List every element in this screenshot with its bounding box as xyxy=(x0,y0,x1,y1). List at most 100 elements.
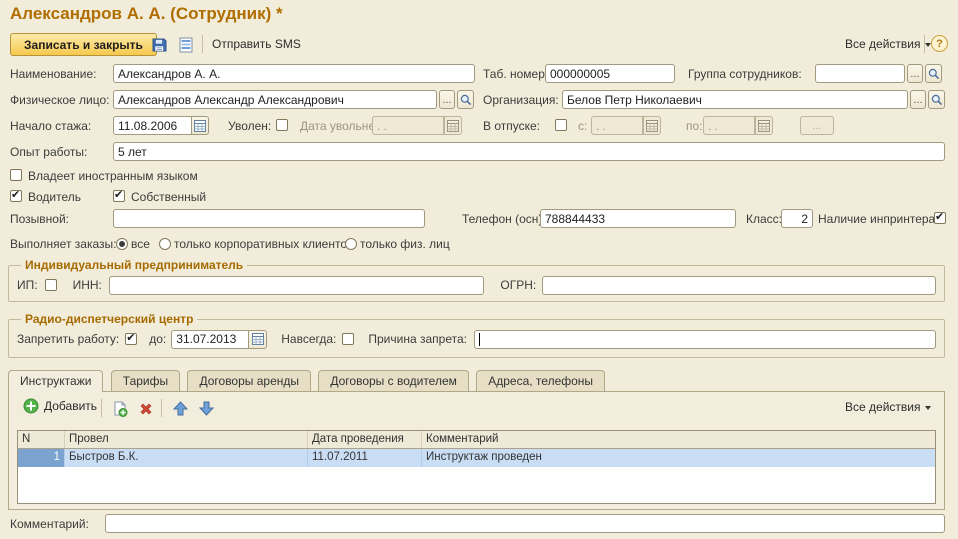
calendar-icon xyxy=(447,120,459,132)
journal-button[interactable] xyxy=(175,34,197,55)
text-cursor xyxy=(479,333,480,346)
organization-input[interactable] xyxy=(562,90,908,109)
toolbar-separator xyxy=(202,35,203,53)
move-down-button[interactable] xyxy=(195,398,217,419)
ban-reason-label: Причина запрета: xyxy=(368,332,467,346)
employee-group-lookup-button[interactable] xyxy=(925,64,942,83)
column-header-n[interactable]: N xyxy=(18,431,65,448)
vacation-from-label: с: xyxy=(578,119,587,133)
experience-label: Опыт работы: xyxy=(10,145,87,159)
table-row[interactable]: 1 Быстров Б.К. 11.07.2011 Инструктаж про… xyxy=(18,449,935,467)
row-orders: Выполняет заказы: все только корпоративн… xyxy=(0,234,958,254)
phone-input[interactable] xyxy=(540,209,736,228)
experience-input[interactable] xyxy=(113,142,945,161)
grid-toolbar-separator xyxy=(101,399,102,417)
row-person: Физическое лицо: ... Организация: ... xyxy=(0,90,958,110)
orders-option-corporate-label: только корпоративных клиентов xyxy=(174,237,353,251)
employee-group-ellipsis-button[interactable]: ... xyxy=(907,64,923,83)
copy-row-button[interactable] xyxy=(109,398,131,419)
cell-date[interactable]: 11.07.2011 xyxy=(308,449,422,467)
callsign-input[interactable] xyxy=(113,209,425,228)
orders-option-individuals-label: только физ. лиц xyxy=(360,237,450,251)
orders-radio-corporate[interactable] xyxy=(159,238,171,250)
employee-group-input[interactable] xyxy=(815,64,905,83)
cell-conductor[interactable]: Быстров Б.К. xyxy=(65,449,308,467)
own-car-checkbox[interactable] xyxy=(113,190,125,202)
row-experience: Опыт работы: xyxy=(0,142,958,162)
organization-ellipsis-button[interactable]: ... xyxy=(910,90,926,109)
inn-input[interactable] xyxy=(109,276,485,295)
fired-checkbox[interactable] xyxy=(276,119,288,131)
person-ellipsis-button[interactable]: ... xyxy=(439,90,455,109)
entrepreneur-row: ИП: ИНН: ОГРН: xyxy=(17,275,936,295)
delete-row-button[interactable] xyxy=(135,398,157,419)
phone-label: Телефон (осн): xyxy=(462,212,546,226)
vacation-to-label: по: xyxy=(686,119,703,133)
experience-start-calendar-button[interactable] xyxy=(191,116,209,135)
cell-row-number[interactable]: 1 xyxy=(18,449,65,467)
class-input[interactable] xyxy=(781,209,813,228)
ogrn-label: ОГРН: xyxy=(500,278,536,292)
radio-center-row: Запретить работу: до: Навсегда: Причина … xyxy=(17,329,936,349)
ban-until-input[interactable] xyxy=(171,330,249,349)
ogrn-input[interactable] xyxy=(542,276,936,295)
name-input[interactable] xyxy=(113,64,475,83)
radio-center-group: Радио-диспетчерский центр Запретить рабо… xyxy=(8,312,945,358)
vacation-ellipsis-button: ... xyxy=(800,116,834,135)
lookup-icon xyxy=(460,94,472,106)
tab-driver-contracts[interactable]: Договоры с водителем xyxy=(318,370,469,391)
dropdown-arrow-icon xyxy=(925,406,931,410)
tab-rent-contracts[interactable]: Договоры аренды xyxy=(187,370,311,391)
imprinter-checkbox[interactable] xyxy=(934,212,946,224)
organization-lookup-button[interactable] xyxy=(928,90,945,109)
row-phone: Позывной: Телефон (осн): Класс: Наличие … xyxy=(0,209,958,229)
foreign-language-checkbox[interactable] xyxy=(10,169,22,181)
ban-reason-input[interactable] xyxy=(474,330,936,349)
vacation-to-calendar-button xyxy=(755,116,773,135)
all-actions-button[interactable]: Все действия xyxy=(845,37,931,51)
table-header-row: N Провел Дата проведения Комментарий xyxy=(18,431,935,449)
vacation-label: В отпуске: xyxy=(483,119,540,133)
radio-center-group-title: Радио-диспетчерский центр xyxy=(21,312,197,326)
inn-label: ИНН: xyxy=(73,278,102,292)
vacation-checkbox[interactable] xyxy=(555,119,567,131)
instructions-tab-panel: Добавить Все действия N П xyxy=(8,391,945,510)
vacation-from-calendar-button xyxy=(643,116,661,135)
person-input[interactable] xyxy=(113,90,437,109)
driver-checkbox[interactable] xyxy=(10,190,22,202)
row-language: Владеет иностранным языком xyxy=(0,166,958,186)
save-and-close-button[interactable]: Записать и закрыть xyxy=(10,33,157,56)
column-header-conductor[interactable]: Провел xyxy=(65,431,308,448)
column-header-date[interactable]: Дата проведения xyxy=(308,431,422,448)
tab-instructions[interactable]: Инструктажи xyxy=(8,370,103,392)
experience-start-label: Начало стажа: xyxy=(10,119,91,133)
grid-all-actions-button[interactable]: Все действия xyxy=(845,400,931,414)
move-up-button[interactable] xyxy=(169,398,191,419)
instructions-table: N Провел Дата проведения Комментарий 1 Б… xyxy=(17,430,936,504)
forever-checkbox[interactable] xyxy=(342,333,354,345)
comment-input[interactable] xyxy=(105,514,945,533)
person-lookup-button[interactable] xyxy=(457,90,474,109)
cell-comment[interactable]: Инструктаж проведен xyxy=(422,449,935,467)
ban-until-calendar-button[interactable] xyxy=(249,330,267,349)
tab-tariffs[interactable]: Тарифы xyxy=(111,370,180,391)
orders-radio-all[interactable] xyxy=(116,238,128,250)
fire-date-calendar-button xyxy=(444,116,462,135)
orders-radio-individuals[interactable] xyxy=(345,238,357,250)
experience-start-input[interactable] xyxy=(113,116,191,135)
grid-toolbar: Добавить Все действия xyxy=(9,395,944,419)
tab-number-input[interactable] xyxy=(545,64,675,83)
ban-work-checkbox[interactable] xyxy=(125,333,137,345)
tab-addresses[interactable]: Адреса, телефоны xyxy=(476,370,605,391)
add-row-button[interactable]: Добавить xyxy=(23,398,97,414)
send-sms-button[interactable]: Отправить SMS xyxy=(212,37,301,51)
journal-icon xyxy=(179,37,193,53)
orders-label: Выполняет заказы: xyxy=(10,237,116,251)
help-button[interactable]: ? xyxy=(931,35,948,52)
main-toolbar: Записать и закрыть Отправить SMS Все дей… xyxy=(0,33,958,59)
toolbar-separator-2 xyxy=(924,35,925,53)
grid-toolbar-separator-2 xyxy=(161,399,162,417)
save-button[interactable] xyxy=(148,34,170,55)
column-header-comment[interactable]: Комментарий xyxy=(422,431,935,448)
ip-checkbox[interactable] xyxy=(45,279,57,291)
